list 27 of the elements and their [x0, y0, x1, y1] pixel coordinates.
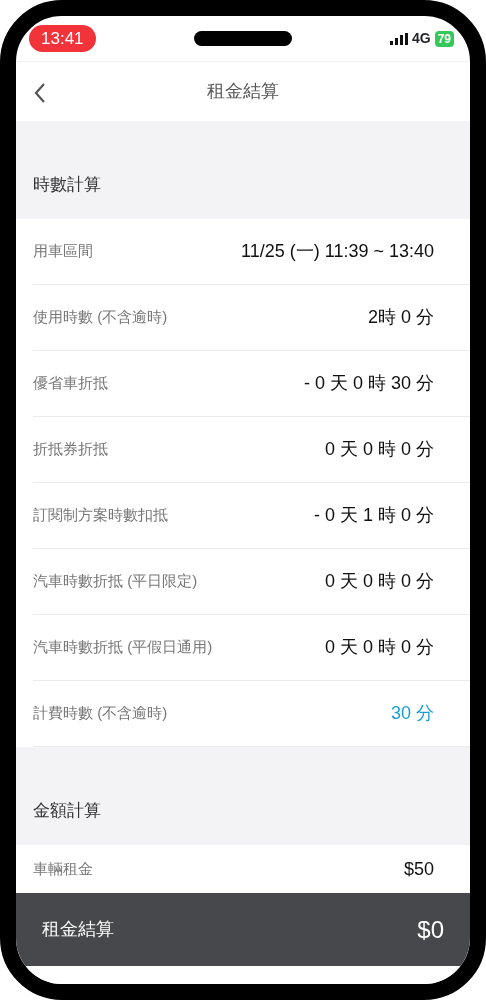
row-value: 30 分	[390, 702, 434, 725]
row-label: 優省車折抵	[33, 373, 108, 394]
footer-amount: $0	[417, 914, 444, 945]
section-title: 金額計算	[33, 800, 101, 823]
row-label: 汽車時數折抵 (平假日通用)	[33, 637, 213, 658]
row-value: $50	[403, 857, 434, 881]
row-label: 用車區間	[33, 241, 93, 262]
row-label: 車輛租金	[33, 858, 93, 879]
page-title: 租金結算	[207, 80, 279, 103]
footer-label: 租金結算	[42, 918, 114, 941]
row-value: 0 天 0 時 0 分	[324, 438, 434, 461]
signal-icon	[389, 32, 408, 45]
row-label: 折抵券折抵	[33, 439, 108, 460]
section-title: 時數計算	[33, 174, 101, 197]
row-value: 2時 0 分	[367, 306, 434, 329]
row-label: 使用時數 (不含逾時)	[33, 307, 168, 328]
row-label: 計費時數 (不含逾時)	[33, 703, 168, 724]
row-value: - 0 天 1 時 0 分	[313, 504, 434, 527]
network-label: 4G	[411, 29, 431, 48]
row-value: - 0 天 0 時 30 分	[303, 372, 434, 395]
battery-level: 79	[434, 30, 454, 47]
row-value: 11/25 (一) 11:39 ~ 13:40	[241, 240, 434, 263]
status-time: 13:41	[29, 24, 96, 53]
row-label: 訂閱制方案時數扣抵	[33, 505, 168, 526]
row-value: 0 天 0 時 0 分	[324, 636, 434, 659]
row-label: 汽車時數折抵 (平日限定)	[33, 571, 198, 592]
row-value: 0 天 0 時 0 分	[324, 570, 434, 593]
